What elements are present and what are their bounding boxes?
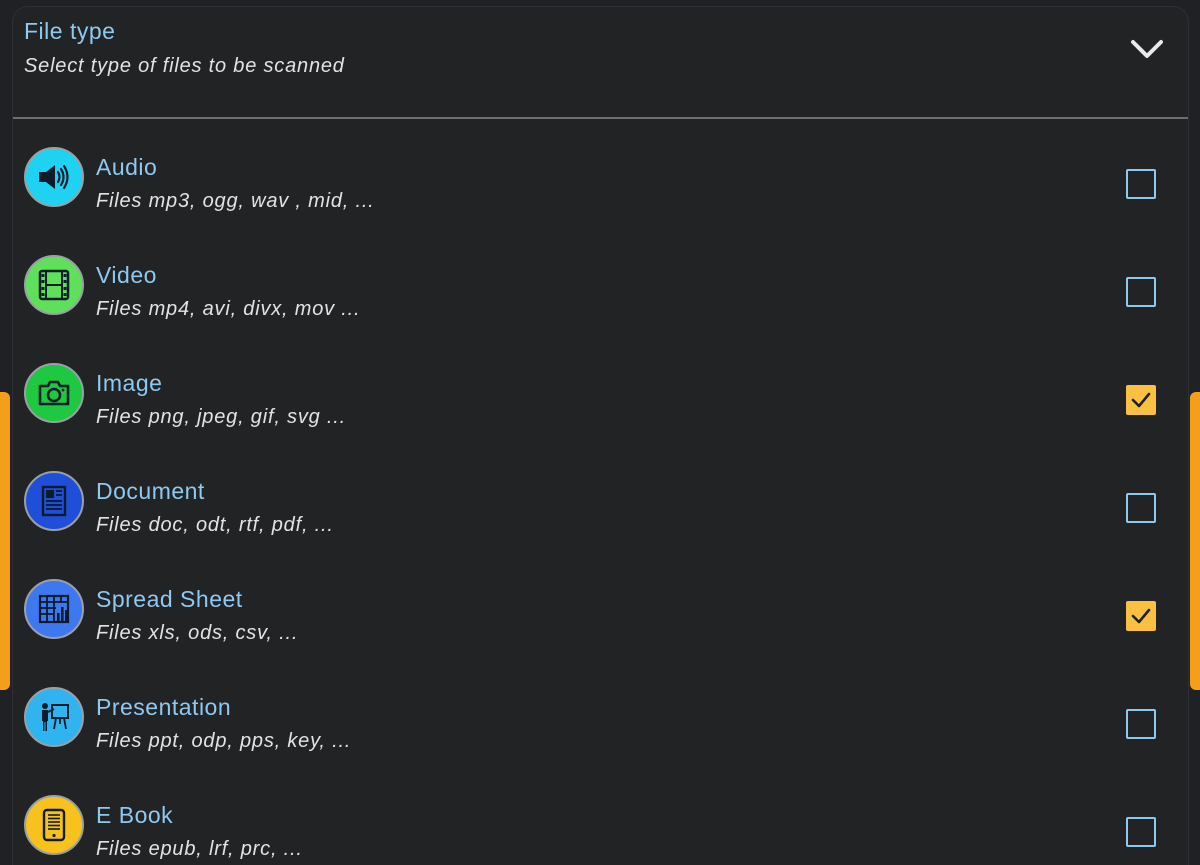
left-edge-handle[interactable] [0, 392, 10, 690]
document-icon [24, 471, 84, 531]
item-description: Files mp3, ogg, wav , mid, ... [96, 190, 375, 212]
ebook-checkbox[interactable] [1126, 817, 1156, 847]
header-title: File type [24, 18, 116, 44]
list-item-presentation[interactable]: Presentation Files ppt, odp, pps, key, .… [13, 664, 1188, 772]
item-description: Files png, jpeg, gif, svg ... [96, 406, 346, 428]
list-item-image[interactable]: Image Files png, jpeg, gif, svg ... [13, 340, 1188, 448]
ebook-icon [24, 795, 84, 855]
file-type-panel: File type Select type of files to be sca… [12, 6, 1189, 865]
item-description: Files epub, lrf, prc, ... [96, 838, 303, 860]
item-description: Files xls, ods, csv, ... [96, 622, 299, 644]
presentation-checkbox[interactable] [1126, 709, 1156, 739]
film-icon [24, 255, 84, 315]
item-description: Files ppt, odp, pps, key, ... [96, 730, 352, 752]
speaker-icon [24, 147, 84, 207]
item-title: Presentation [96, 694, 232, 720]
document-checkbox[interactable] [1126, 493, 1156, 523]
file-type-header[interactable]: File type Select type of files to be sca… [13, 7, 1188, 119]
item-title: Audio [96, 154, 158, 180]
item-description: Files doc, odt, rtf, pdf, ... [96, 514, 334, 536]
list-item-video[interactable]: Video Files mp4, avi, divx, mov ... [13, 232, 1188, 340]
spreadsheet-checkbox[interactable] [1126, 601, 1156, 631]
item-title: Spread Sheet [96, 586, 243, 612]
right-edge-handle[interactable] [1190, 392, 1200, 690]
item-title: Image [96, 370, 163, 396]
item-title: Video [96, 262, 157, 288]
list-item-document[interactable]: Document Files doc, odt, rtf, pdf, ... [13, 448, 1188, 556]
file-type-screen: File type Select type of files to be sca… [0, 0, 1200, 865]
list-item-audio[interactable]: Audio Files mp3, ogg, wav , mid, ... [13, 124, 1188, 232]
file-type-list: Audio Files mp3, ogg, wav , mid, ... Vid… [13, 124, 1188, 865]
image-checkbox[interactable] [1126, 385, 1156, 415]
video-checkbox[interactable] [1126, 277, 1156, 307]
camera-icon [24, 363, 84, 423]
header-subtitle: Select type of files to be scanned [24, 55, 345, 77]
item-title: Document [96, 478, 205, 504]
chevron-down-icon[interactable] [1127, 33, 1167, 63]
item-description: Files mp4, avi, divx, mov ... [96, 298, 361, 320]
list-item-spreadsheet[interactable]: Spread Sheet Files xls, ods, csv, ... [13, 556, 1188, 664]
spreadsheet-icon [24, 579, 84, 639]
list-item-ebook[interactable]: E Book Files epub, lrf, prc, ... [13, 772, 1188, 865]
audio-checkbox[interactable] [1126, 169, 1156, 199]
presentation-icon [24, 687, 84, 747]
item-title: E Book [96, 802, 174, 828]
